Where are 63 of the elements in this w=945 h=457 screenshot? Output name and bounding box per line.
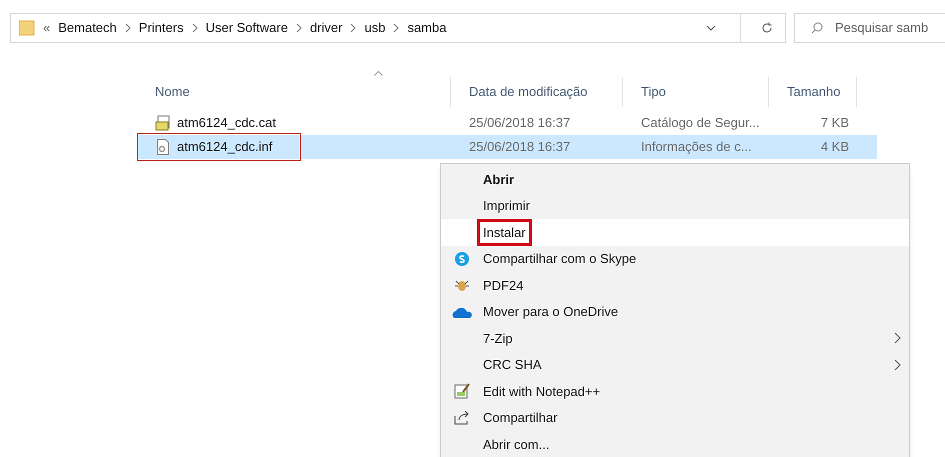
- menu-item-label: Imprimir: [482, 197, 531, 215]
- menu-item[interactable]: CRC SHA: [441, 352, 909, 378]
- refresh-icon[interactable]: [761, 22, 773, 34]
- file-row[interactable]: atm6124_cdc.cat 25/06/2018 16:37 Catálogo de Segur... 7 KB: [137, 111, 877, 135]
- menu-item[interactable]: Instalar: [441, 219, 909, 246]
- menu-item[interactable]: 7-Zip: [441, 325, 909, 352]
- folder-icon: [19, 20, 35, 36]
- chevron-right-icon: [124, 24, 131, 32]
- settings-file-icon: [155, 139, 171, 155]
- menu-item-label: Mover para o OneDrive: [482, 303, 620, 321]
- menu-item[interactable]: Imprimir: [441, 192, 909, 219]
- chevron-right-icon: [296, 24, 302, 32]
- file-type: Catálogo de Segur...: [641, 115, 760, 130]
- search-icon: [811, 22, 823, 34]
- menu-item[interactable]: Abrir: [441, 166, 909, 192]
- breadcrumb[interactable]: samba: [407, 18, 446, 38]
- cloud-icon: [452, 306, 472, 318]
- column-header[interactable]: Nome: [155, 82, 190, 102]
- share-icon: [454, 410, 470, 425]
- menu-item[interactable]: PDF24: [441, 272, 909, 298]
- modified-date: 25/06/2018 16:37: [469, 115, 570, 130]
- modified-date: 25/06/2018 16:37: [469, 139, 570, 154]
- menu-item-label: CRC SHA: [482, 356, 543, 374]
- skype-icon: [455, 252, 469, 266]
- bug-icon: [454, 278, 470, 292]
- menu-item[interactable]: Mover para o OneDrive: [441, 298, 909, 325]
- address-bar[interactable]: « Bematech Printers User Software driver usb samba: [10, 13, 786, 43]
- file-name: atm6124_cdc.cat: [177, 114, 276, 132]
- menu-item-label: Edit with Notepad++: [482, 382, 602, 401]
- notepad-icon: [454, 383, 470, 400]
- file-row[interactable]: atm6124_cdc.inf 25/06/2018 16:37 Informações de c... 4 KB: [137, 135, 877, 159]
- sort-ascending-icon: [374, 71, 383, 76]
- menu-item[interactable]: Abrir com...: [441, 431, 909, 457]
- chevron-right-icon: [350, 24, 356, 32]
- file-type: Informações de c...: [641, 139, 752, 154]
- search-field[interactable]: Pesquisar samb: [794, 13, 945, 43]
- certificate-file-icon: [155, 115, 171, 131]
- menu-item[interactable]: Edit with Notepad++: [441, 378, 909, 404]
- file-name: atm6124_cdc.inf: [177, 138, 272, 156]
- breadcrumb[interactable]: Printers: [138, 18, 184, 38]
- menu-item-label: 7-Zip: [482, 330, 514, 348]
- column-header[interactable]: Tipo: [641, 82, 666, 102]
- breadcrumb[interactable]: driver: [310, 18, 342, 38]
- search-input[interactable]: Pesquisar samb: [835, 18, 945, 38]
- column-header[interactable]: Data de modificação: [469, 82, 588, 102]
- menu-item-label: Instalar: [477, 218, 532, 246]
- menu-item-label: Abrir com...: [482, 436, 550, 454]
- menu-item-label: Abrir: [482, 170, 516, 188]
- menu-item-label: Compartilhar: [482, 409, 558, 427]
- menu-item[interactable]: Compartilhar com o Skype: [441, 246, 909, 272]
- overflow-chevron[interactable]: «: [43, 18, 50, 38]
- menu-item[interactable]: Compartilhar: [441, 404, 909, 431]
- chevron-right-icon: [192, 24, 198, 32]
- breadcrumb[interactable]: usb: [364, 18, 386, 38]
- chevron-right-icon: [393, 24, 400, 32]
- file-size: 4 KB: [820, 139, 849, 154]
- breadcrumb[interactable]: Bematech: [58, 18, 117, 38]
- column-header[interactable]: Tamanho: [787, 82, 840, 102]
- file-size: 7 KB: [820, 115, 849, 130]
- chevron-down-icon[interactable]: [706, 25, 716, 31]
- menu-item-label: PDF24: [482, 276, 524, 294]
- menu-item-label: Compartilhar com o Skype: [482, 250, 638, 268]
- breadcrumb[interactable]: User Software: [206, 18, 288, 38]
